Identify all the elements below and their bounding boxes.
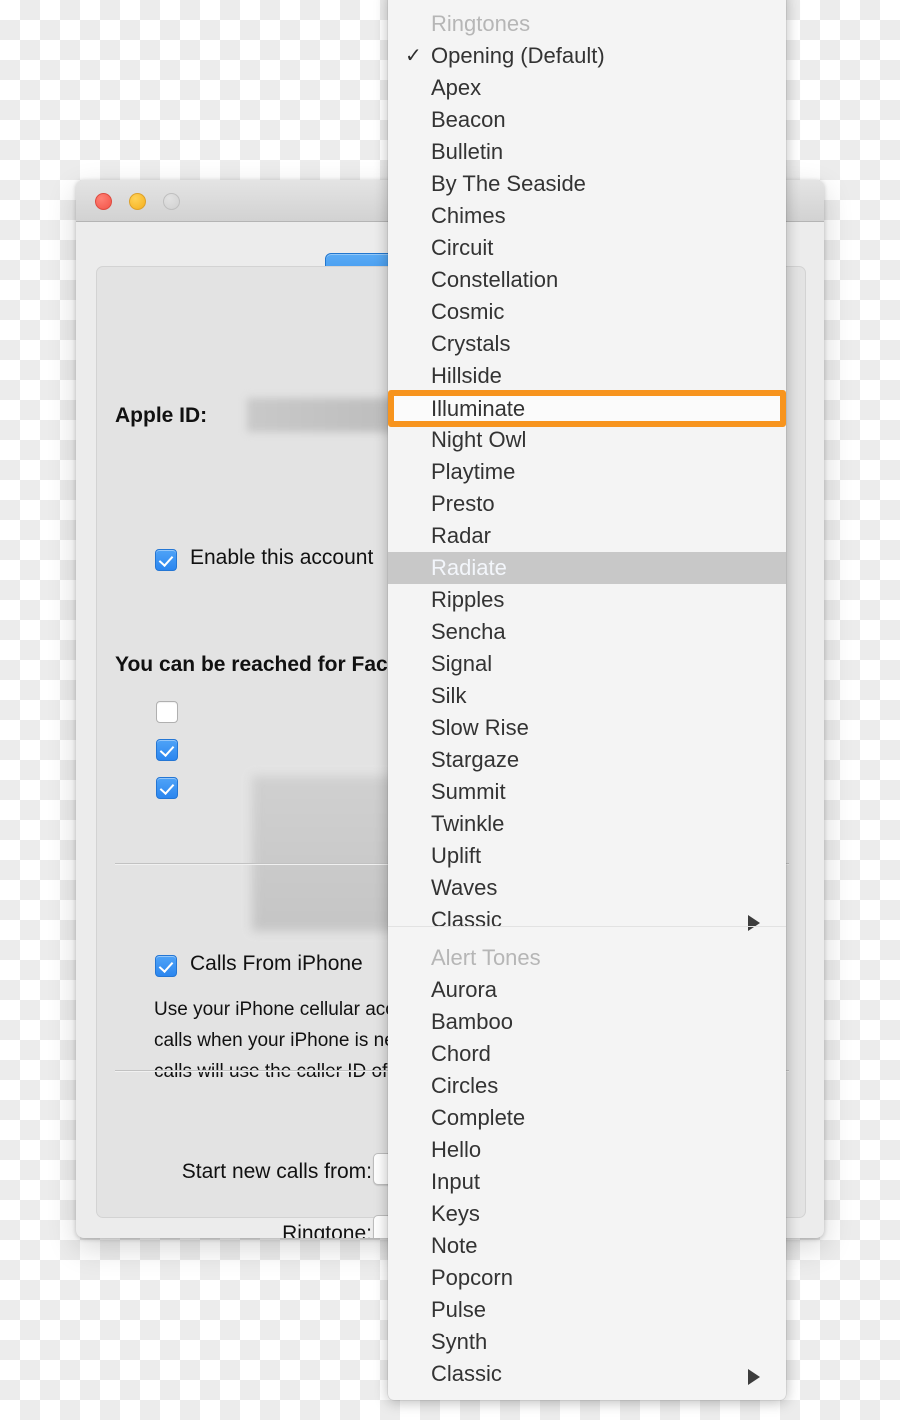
enable-account-label: Enable this account xyxy=(190,546,374,569)
submenu-arrow-icon xyxy=(748,915,760,931)
menu-item-label: Beacon xyxy=(431,107,506,132)
reachable-row-checkbox-3[interactable] xyxy=(156,777,178,799)
menu-item[interactable]: Classic xyxy=(388,904,786,936)
menu-item[interactable]: Apex xyxy=(388,72,786,104)
menu-item[interactable]: Bulletin xyxy=(388,136,786,168)
menu-item[interactable]: Complete xyxy=(388,1102,786,1134)
menu-item[interactable]: Slow Rise xyxy=(388,712,786,744)
menu-item-label: Note xyxy=(431,1233,478,1258)
menu-item[interactable]: Presto xyxy=(388,488,786,520)
menu-item-label: Hello xyxy=(431,1137,482,1162)
menu-item[interactable]: Waves xyxy=(388,872,786,904)
menu-item[interactable]: Pulse xyxy=(388,1294,786,1326)
menu-item-label: Slow Rise xyxy=(431,715,529,740)
calls-from-iphone-label: Calls From iPhone xyxy=(190,952,363,975)
menu-item-label: Twinkle xyxy=(431,811,505,836)
menu-item-label: Presto xyxy=(431,491,495,516)
menu-item[interactable]: Silk xyxy=(388,680,786,712)
menu-item-label: Illuminate xyxy=(431,395,526,420)
menu-item-label: Radiate xyxy=(431,555,507,580)
menu-item-label: Signal xyxy=(431,651,493,676)
menu-item-label: Stargaze xyxy=(431,747,520,772)
menu-item-label: Apex xyxy=(431,75,482,100)
menu-item[interactable]: Summit xyxy=(388,776,786,808)
menu-item[interactable]: Crystals xyxy=(388,328,786,360)
menu-item[interactable]: Note xyxy=(388,1230,786,1262)
menu-item-label: Waves xyxy=(431,875,498,900)
menu-item[interactable]: Radar xyxy=(388,520,786,552)
menu-item-label: Keys xyxy=(431,1201,480,1226)
start-new-calls-from-label: Start new calls from: xyxy=(181,1160,372,1183)
menu-item-label: Circuit xyxy=(431,235,494,260)
menu-item-label: Sencha xyxy=(431,619,506,644)
menu-item-label: Complete xyxy=(431,1105,526,1130)
menu-item[interactable]: Chord xyxy=(388,1038,786,1070)
menu-item-label: Silk xyxy=(431,683,467,708)
menu-separator xyxy=(388,926,786,927)
menu-item-label: Summit xyxy=(431,779,506,804)
menu-item[interactable]: Uplift xyxy=(388,840,786,872)
menu-item[interactable]: Stargaze xyxy=(388,744,786,776)
menu-item[interactable]: Illuminate xyxy=(388,392,786,424)
checkmark-icon: ✓ xyxy=(405,45,422,67)
menu-item[interactable]: Circuit xyxy=(388,232,786,264)
menu-item[interactable]: ✓ Opening (Default) xyxy=(388,40,786,72)
menu-item-label: Classic xyxy=(431,1361,502,1386)
menu-item[interactable]: Constellation xyxy=(388,264,786,296)
menu-item-label: Input xyxy=(431,1169,480,1194)
menu-item[interactable]: Hello xyxy=(388,1134,786,1166)
menu-item[interactable]: Twinkle xyxy=(388,808,786,840)
menu-item[interactable]: Ripples xyxy=(388,584,786,616)
menu-item-label: By The Seaside xyxy=(431,171,586,196)
ringtone-popup-menu[interactable]: Ringtones ✓ Opening (Default) Apex Beacon Bul… xyxy=(388,0,786,1400)
menu-item-label: Bulletin xyxy=(431,139,504,164)
menu-item[interactable]: Aurora xyxy=(388,974,786,1006)
menu-item[interactable]: Input xyxy=(388,1166,786,1198)
menu-item-label: Chimes xyxy=(431,203,506,228)
menu-item-label: Chord xyxy=(431,1041,491,1066)
calls-from-iphone-checkbox[interactable] xyxy=(155,955,177,977)
menu-item-label: Ripples xyxy=(431,587,505,612)
menu-item[interactable]: Hillside xyxy=(388,360,786,392)
menu-item-label: Uplift xyxy=(431,843,482,868)
menu-item-label: Night Owl xyxy=(431,427,527,452)
menu-item-label: Cosmic xyxy=(431,299,505,324)
menu-item[interactable]: Playtime xyxy=(388,456,786,488)
menu-item[interactable]: Synth xyxy=(388,1326,786,1358)
menu-item-label: Crystals xyxy=(431,331,511,356)
submenu-arrow-icon xyxy=(748,1369,760,1385)
menu-item[interactable]: Night Owl xyxy=(388,424,786,456)
menu-item[interactable]: Circles xyxy=(388,1070,786,1102)
menu-item-label: Circles xyxy=(431,1073,499,1098)
menu-item[interactable]: Beacon xyxy=(388,104,786,136)
menu-item-label: Aurora xyxy=(431,977,498,1002)
reachable-row-checkbox-2[interactable] xyxy=(156,739,178,761)
menu-item-label: Radar xyxy=(431,523,491,548)
menu-item-label: Synth xyxy=(431,1329,488,1354)
menu-item-label: Bamboo xyxy=(431,1009,513,1034)
menu-item-label: Opening (Default) xyxy=(431,43,605,68)
menu-group-title: Alert Tones xyxy=(431,945,541,970)
menu-group-title: Ringtones xyxy=(431,11,531,36)
menu-item-label: Playtime xyxy=(431,459,516,484)
menu-item[interactable]: Sencha xyxy=(388,616,786,648)
menu-item[interactable]: Popcorn xyxy=(388,1262,786,1294)
reachable-row-checkbox-1[interactable] xyxy=(156,701,178,723)
menu-item[interactable]: Classic xyxy=(388,1358,786,1390)
menu-item[interactable]: Signal xyxy=(388,648,786,680)
menu-item-label: Classic xyxy=(431,907,502,932)
menu-item[interactable]: By The Seaside xyxy=(388,168,786,200)
menu-item[interactable]: Radiate xyxy=(388,552,786,584)
menu-item[interactable]: Keys xyxy=(388,1198,786,1230)
enable-account-checkbox[interactable] xyxy=(155,549,177,571)
menu-item-label: Popcorn xyxy=(431,1265,513,1290)
apple-id-label: Apple ID: xyxy=(115,404,208,427)
menu-item[interactable]: Cosmic xyxy=(388,296,786,328)
menu-item[interactable]: Chimes xyxy=(388,200,786,232)
ringtone-label: Ringtone: xyxy=(282,1222,372,1238)
menu-item-label: Constellation xyxy=(431,267,559,292)
menu-item-label: Hillside xyxy=(431,363,502,388)
menu-item[interactable]: Bamboo xyxy=(388,1006,786,1038)
menu-item-label: Pulse xyxy=(431,1297,487,1322)
